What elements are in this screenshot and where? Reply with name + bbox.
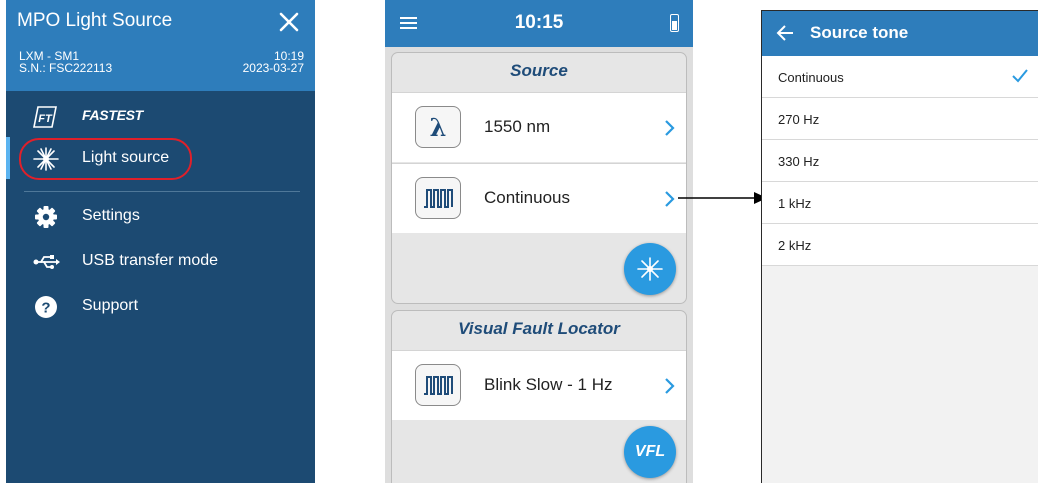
fastest-icon: FT [33, 106, 57, 128]
chevron-right-icon [665, 120, 675, 136]
menu-item-settings[interactable]: Settings [6, 197, 315, 237]
status-clock: 10:15 [514, 12, 564, 33]
wavelength-row[interactable]: λ 1550 nm [392, 92, 686, 162]
laser-icon [637, 257, 663, 281]
vfl-card-title: Visual Fault Locator [458, 319, 620, 338]
page-title: Source tone [810, 23, 909, 42]
menu-item-light-source[interactable]: Light source [6, 139, 315, 179]
navigation-menu-panel: MPO Light Source LXM - SM1 S.N.: FSC2221… [6, 0, 315, 483]
menu-item-label: Settings [82, 207, 140, 224]
light-source-screen: 10:15 Source λ 1550 nm Continuous Visual… [385, 0, 693, 483]
menu-date: 2023-03-27 [242, 61, 304, 75]
source-card-title: Source [510, 61, 568, 80]
tone-option-continuous[interactable]: Continuous [762, 56, 1038, 98]
help-icon: ? [35, 296, 57, 318]
svg-text:FT: FT [38, 113, 53, 125]
vfl-mode-row[interactable]: Blink Slow - 1 Hz [392, 350, 686, 420]
pulse-wave-icon [415, 364, 461, 406]
chevron-right-icon [665, 191, 675, 207]
tone-option-1khz[interactable]: 1 kHz [762, 182, 1038, 224]
svg-text:?: ? [41, 300, 50, 317]
tone-option-label: 2 kHz [778, 238, 812, 253]
menu-item-label: FASTEST [82, 107, 143, 123]
source-tone-header: Source tone [762, 11, 1038, 56]
chevron-right-icon [665, 378, 675, 394]
tone-option-label: Continuous [778, 70, 844, 85]
laser-toggle-button[interactable] [624, 243, 676, 295]
menu-header: MPO Light Source LXM - SM1 S.N.: FSC2221… [6, 0, 315, 91]
tone-option-2khz[interactable]: 2 kHz [762, 224, 1038, 266]
vfl-button-label: VFL [634, 443, 666, 460]
tone-option-270hz[interactable]: 270 Hz [762, 98, 1038, 140]
back-arrow-icon[interactable] [776, 24, 794, 42]
menu-item-label: USB transfer mode [82, 252, 219, 269]
screenshot-stage: MPO Light Source LXM - SM1 S.N.: FSC2221… [0, 0, 1038, 483]
checkmark-icon [1012, 69, 1028, 83]
menu-item-support[interactable]: ? Support [6, 287, 315, 327]
menu-item-fastest[interactable]: FT FASTEST [6, 97, 315, 137]
status-bar: 10:15 [385, 0, 693, 47]
app-title: MPO Light Source [17, 10, 173, 31]
navigation-arrow [678, 192, 767, 204]
tone-option-label: 330 Hz [778, 154, 820, 169]
menu-divider [24, 191, 300, 192]
battery-icon [670, 14, 679, 32]
serial-number: S.N.: FSC222113 [19, 61, 113, 75]
source-card: Source λ 1550 nm Continuous [391, 52, 687, 304]
vfl-mode-label: Blink Slow - 1 Hz [484, 375, 613, 394]
tone-option-label: 1 kHz [778, 196, 812, 211]
wavelength-label: 1550 nm [484, 117, 551, 136]
menu-item-usb-transfer[interactable]: USB transfer mode [6, 242, 315, 282]
vfl-toggle-button[interactable]: VFL [624, 426, 676, 478]
source-tone-screen: Source tone Continuous 270 Hz 330 Hz 1 k… [761, 10, 1038, 483]
gear-icon [35, 206, 57, 228]
laser-icon [33, 147, 59, 171]
tone-label: Continuous [484, 188, 571, 207]
tone-option-330hz[interactable]: 330 Hz [762, 140, 1038, 182]
menu-item-label: Support [82, 297, 139, 314]
vfl-card: Visual Fault Locator Blink Slow - 1 Hz V… [391, 310, 687, 483]
close-icon[interactable] [276, 9, 302, 35]
tone-row[interactable]: Continuous [392, 163, 686, 233]
tone-option-label: 270 Hz [778, 112, 820, 127]
menu-item-label: Light source [82, 149, 170, 166]
lambda-icon: λ [415, 106, 461, 148]
pulse-wave-icon [415, 177, 461, 219]
usb-icon [33, 255, 60, 269]
